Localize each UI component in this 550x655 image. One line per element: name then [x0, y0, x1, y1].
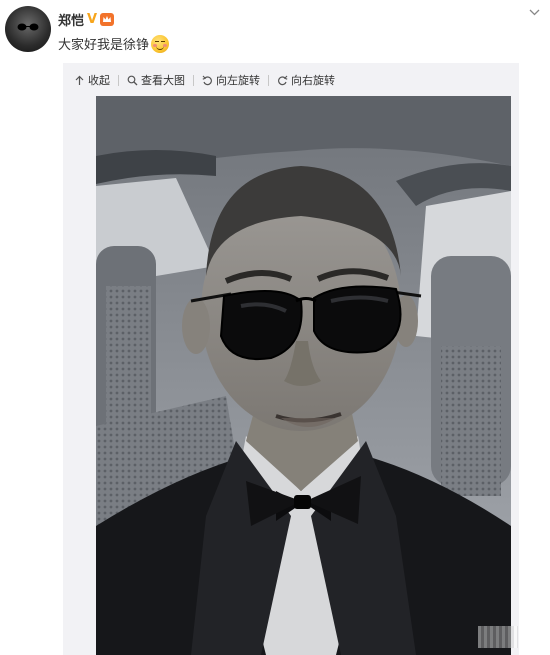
rotate-right-button[interactable]: 向右旋转: [277, 72, 335, 88]
toolbar-divider: [193, 74, 194, 86]
chevron-down-icon[interactable]: [529, 6, 540, 19]
view-large-button[interactable]: 查看大图: [127, 72, 185, 88]
verified-badge: V: [87, 12, 98, 27]
sunglasses-icon: [17, 23, 39, 31]
view-large-label: 查看大图: [141, 74, 185, 87]
author-name[interactable]: 郑恺: [58, 10, 84, 29]
rotate-left-button[interactable]: 向左旋转: [202, 72, 260, 88]
avatar[interactable]: [5, 6, 51, 52]
collapse-label: 收起: [88, 74, 110, 87]
post-content: 大家好我是徐铮: [58, 38, 150, 53]
arrow-up-icon: [75, 75, 84, 85]
smile-emoji-icon: [151, 34, 170, 53]
rotate-left-icon: [202, 75, 212, 85]
selfie-photo: [96, 96, 511, 655]
collapse-button[interactable]: 收起: [74, 72, 110, 88]
rotate-right-label: 向右旋转: [291, 74, 335, 87]
rotate-right-icon: [278, 75, 288, 85]
post-header: 郑恺 V: [58, 10, 115, 29]
rotate-left-label: 向左旋转: [216, 74, 260, 87]
toolbar-divider: [118, 74, 119, 86]
post-text: 大家好我是徐铮: [58, 34, 170, 53]
toolbar-divider: [268, 74, 269, 86]
image-toolbar: 收起 查看大图 向左旋转 向右旋转: [74, 72, 335, 88]
post-photo[interactable]: [96, 96, 511, 655]
crown-icon: [100, 13, 115, 26]
watermark: [478, 626, 518, 648]
search-icon: [127, 75, 138, 85]
